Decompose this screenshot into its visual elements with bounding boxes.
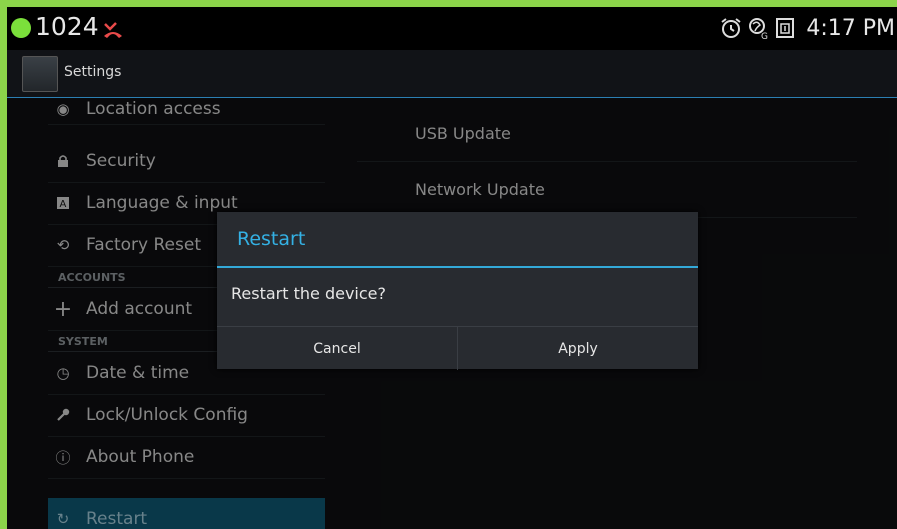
clock-time: 4:17 PM (806, 15, 895, 41)
apply-button[interactable]: Apply (457, 327, 698, 370)
page-title: Settings (64, 64, 122, 80)
sim-slot-1-icon (776, 18, 795, 38)
cancel-button[interactable]: Cancel (217, 327, 457, 370)
svg-text:G: G (761, 32, 768, 40)
dialog-button-bar: Cancel Apply (217, 326, 698, 370)
missed-call-icon (104, 22, 122, 38)
settings-app-icon[interactable] (22, 56, 58, 92)
gps-icon: G (749, 18, 768, 40)
dialog-message: Restart the device? (231, 284, 386, 303)
green-status-dot-icon (11, 18, 31, 38)
action-bar: Settings (7, 50, 897, 98)
device-screen: 1024 G 4:17 PM Settings ◉ Location acces… (7, 7, 897, 529)
alarm-clock-icon (721, 18, 741, 38)
status-bar: 1024 G 4:17 PM (7, 7, 897, 50)
restart-dialog: Restart Restart the device? Cancel Apply (217, 212, 698, 370)
extension-number: 1024 (35, 12, 99, 41)
dialog-title: Restart (217, 212, 698, 268)
